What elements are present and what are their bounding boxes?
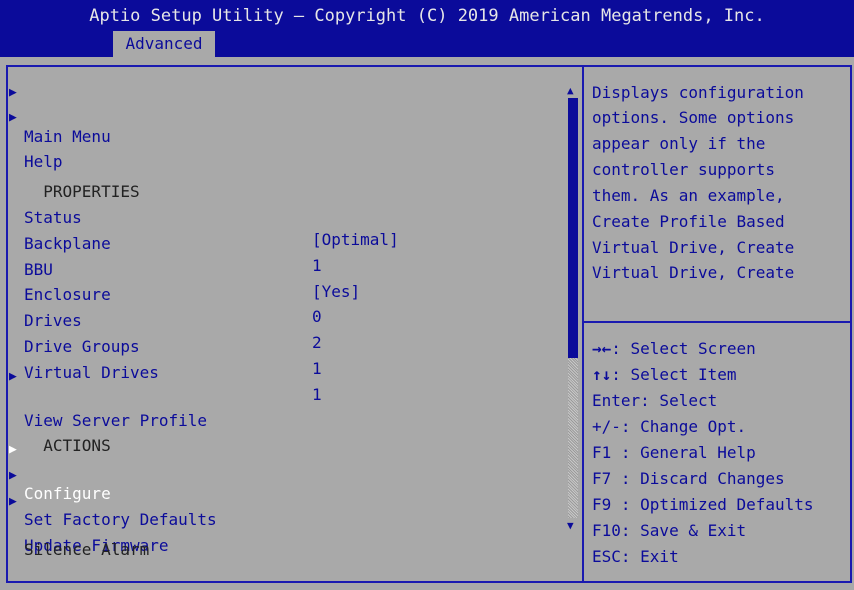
help-text-line: controller supports <box>592 160 776 179</box>
menu-item-set-factory-defaults[interactable]: ▶ Set Factory Defaults <box>0 465 560 529</box>
property-row-enclosure: Enclosure 0 <box>0 262 560 326</box>
submenu-arrow-icon: ▶ <box>9 85 17 100</box>
menu-item-help[interactable]: ▶ Help <box>0 107 560 171</box>
scroll-up-icon[interactable]: ▲ <box>567 84 574 97</box>
key-help-enter: Enter: Select <box>592 391 718 410</box>
up-down-arrows-icon: ↑↓ <box>592 365 612 384</box>
left-right-arrows-icon: →← <box>592 339 612 358</box>
key-help-esc: ESC: Exit <box>592 547 679 566</box>
key-help-select-screen: →←: Select Screen <box>592 336 756 362</box>
submenu-arrow-icon: ▶ <box>9 494 17 509</box>
property-row-drive-groups: Drive Groups 1 <box>0 314 560 378</box>
key-help-f1: F1 : General Help <box>592 443 756 462</box>
help-text-line: them. As an example, <box>592 186 785 205</box>
submenu-arrow-icon: ▶ <box>9 442 17 457</box>
key-help-desc: : Select Screen <box>611 339 756 358</box>
help-text-line: Displays configuration <box>592 83 804 102</box>
menu-item-label: Silence Alarm <box>24 540 150 559</box>
actions-heading: ACTIONS <box>24 413 110 455</box>
scrollbar-thumb[interactable] <box>568 98 578 358</box>
window-title: Aptio Setup Utility – Copyright (C) 2019… <box>89 6 765 26</box>
key-help-f9: F9 : Optimized Defaults <box>592 495 814 514</box>
property-row-drives: Drives 2 <box>0 288 560 352</box>
tab-advanced[interactable]: Advanced <box>113 31 215 57</box>
submenu-arrow-icon: ▶ <box>9 110 17 125</box>
menu-item-view-server-profile[interactable]: ▶ View Server Profile <box>0 366 560 430</box>
key-help-select-item: ↑↓: Select Item <box>592 362 737 388</box>
help-text-line: Virtual Drive, Create <box>592 238 795 257</box>
key-help-desc: : Select Item <box>611 365 737 384</box>
scroll-down-icon[interactable]: ▼ <box>567 519 574 532</box>
help-text-line: Create Profile Based <box>592 212 785 231</box>
submenu-arrow-icon: ▶ <box>9 369 17 384</box>
help-text-line: appear only if the <box>592 134 766 153</box>
key-help-f10: F10: Save & Exit <box>592 521 747 540</box>
property-row-status: Status [Optimal] <box>0 185 560 249</box>
menu-item-configure[interactable]: ▶ Configure <box>0 439 560 503</box>
menu-item-label: Main Menu <box>24 127 111 146</box>
menu-item-update-firmware[interactable]: ▶ Update Firmware <box>0 491 560 555</box>
key-help-change-opt: +/-: Change Opt. <box>592 417 747 436</box>
help-text-line: Virtual Drive, Create <box>592 263 795 282</box>
submenu-arrow-icon: ▶ <box>9 468 17 483</box>
menu-item-main-menu[interactable]: ▶ Main Menu <box>0 82 560 146</box>
help-text-line: options. Some options <box>592 108 795 127</box>
title-bar: Aptio Setup Utility – Copyright (C) 2019… <box>0 0 854 57</box>
panel-divider <box>582 65 584 583</box>
properties-heading: PROPERTIES <box>24 159 139 201</box>
key-help-f7: F7 : Discard Changes <box>592 469 785 488</box>
menu-item-silence-alarm[interactable]: Silence Alarm <box>0 517 560 559</box>
property-row-bbu: BBU [Yes] <box>0 237 560 301</box>
property-row-virtual-drives: Virtual Drives 1 <box>0 340 560 404</box>
help-separator <box>584 321 850 323</box>
property-row-backplane: Backplane 1 <box>0 211 560 275</box>
